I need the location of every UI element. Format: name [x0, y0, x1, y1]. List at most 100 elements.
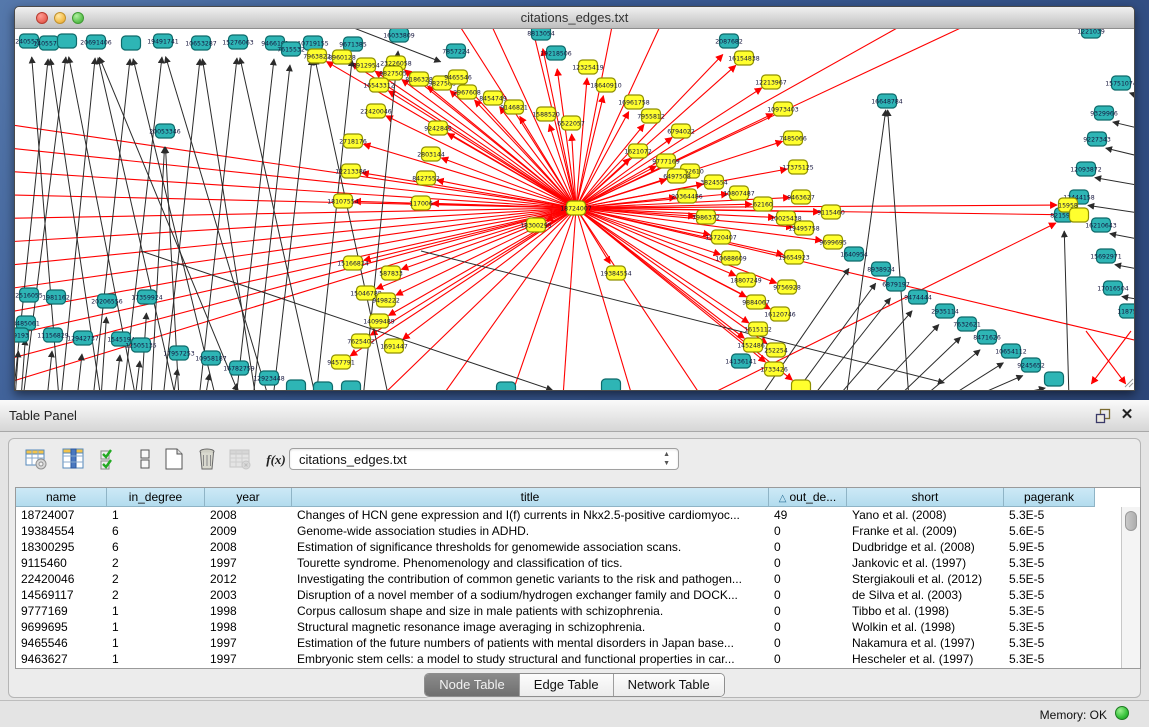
graph-node[interactable]: 10653287 — [185, 36, 217, 50]
graph-node[interactable]: 7857224 — [442, 44, 470, 58]
graph-node[interactable]: 2803144 — [417, 147, 445, 161]
graph-node[interactable]: 12093872 — [1070, 162, 1102, 176]
function-builder-button[interactable]: f(x) — [263, 447, 289, 473]
graph-node[interactable]: 2516055 — [15, 288, 43, 302]
delete-table-button[interactable] — [227, 447, 253, 473]
scrollbar-thumb[interactable] — [1125, 511, 1137, 531]
graph-node[interactable]: 8938924 — [867, 262, 895, 276]
graph-node[interactable]: 9756928 — [773, 280, 801, 294]
select-column-button[interactable] — [60, 447, 86, 473]
float-panel-icon[interactable] — [1095, 408, 1111, 424]
graph-node[interactable]: 17016504 — [1097, 281, 1129, 295]
graph-node[interactable]: 1733426 — [760, 362, 788, 376]
graph-node[interactable]: 10807487 — [723, 186, 755, 200]
network-graph-canvas[interactable]: 2405571140557142069140619491741106532871… — [15, 29, 1134, 390]
graph-node[interactable] — [58, 34, 77, 48]
graph-node[interactable]: 15751074 — [1105, 76, 1134, 90]
table-row[interactable]: 977716911998Corpus callosum shape and si… — [16, 603, 1120, 619]
graph-node[interactable]: 9463627 — [787, 190, 815, 204]
graph-node[interactable]: 7955812 — [637, 109, 665, 123]
graph-node[interactable]: 8912954 — [352, 58, 380, 72]
table-row[interactable]: 911546021997Tourette syndrome. Phenomeno… — [16, 555, 1120, 571]
graph-node[interactable]: 1621072 — [624, 144, 652, 158]
graph-node[interactable]: 1221039 — [1077, 29, 1105, 38]
graph-node[interactable]: 6522057 — [557, 116, 585, 130]
graph-node[interactable] — [122, 36, 141, 50]
graph-node[interactable]: 9699695 — [819, 235, 847, 249]
graph-node[interactable]: 2718176 — [339, 134, 367, 148]
graph-node[interactable]: 14136141 — [725, 354, 757, 368]
graph-node[interactable]: 8427552 — [412, 171, 440, 185]
graph-node[interactable]: 7632621 — [953, 317, 981, 331]
graph-node[interactable] — [314, 382, 333, 390]
graph-node[interactable]: 12923448 — [253, 371, 285, 385]
table-selector-dropdown[interactable]: citations_edges.txt ▲▼ — [289, 448, 679, 470]
graph-node[interactable] — [602, 379, 621, 390]
column-header-name[interactable]: name — [16, 488, 107, 507]
table-vertical-scrollbar[interactable] — [1121, 507, 1140, 668]
graph-node[interactable]: 12213967 — [755, 75, 787, 89]
graph-node[interactable]: 9242845 — [424, 121, 452, 135]
graph-node[interactable]: 6794022 — [667, 124, 695, 138]
graph-node[interactable] — [287, 380, 306, 390]
graph-node[interactable]: 9498222 — [372, 293, 400, 307]
graph-node[interactable]: 9245652 — [1017, 358, 1045, 372]
graph-node[interactable]: 16210643 — [1085, 218, 1117, 232]
table-row[interactable]: 1830029562008Estimation of significance … — [16, 539, 1120, 555]
delete-entry-button[interactable] — [194, 447, 220, 473]
graph-node[interactable]: 7986372 — [692, 210, 720, 224]
graph-node[interactable]: 16648784 — [871, 94, 903, 108]
graph-node[interactable] — [497, 382, 516, 390]
graph-node[interactable]: 18107554 — [327, 194, 359, 208]
graph-node[interactable]: 16033809 — [383, 29, 415, 42]
tab-node-table[interactable]: Node Table — [425, 674, 520, 696]
graph-node[interactable]: 18640910 — [590, 78, 622, 92]
graph-node[interactable]: 587833 — [379, 266, 403, 280]
graph-node[interactable]: 9465546 — [444, 70, 472, 84]
graph-node[interactable] — [1045, 372, 1064, 386]
graph-node[interactable] — [342, 381, 361, 390]
graph-node[interactable]: 17375125 — [782, 160, 814, 174]
window-titlebar[interactable]: citations_edges.txt — [15, 7, 1134, 29]
graph-node[interactable]: 9115460 — [817, 205, 845, 219]
graph-node[interactable]: 9884067 — [742, 295, 770, 309]
graph-node[interactable]: 39193 — [15, 328, 29, 342]
table-settings-button[interactable] — [23, 447, 49, 473]
graph-node[interactable]: 8471626 — [973, 330, 1001, 344]
tab-network-table[interactable]: Network Table — [614, 674, 724, 696]
graph-node[interactable]: 15276063 — [222, 35, 254, 49]
column-pair-button[interactable] — [132, 447, 158, 473]
graph-node[interactable] — [1070, 208, 1089, 222]
table-row[interactable]: 1456911722003Disruption of a novel membe… — [16, 587, 1120, 603]
graph-node[interactable]: 8813054 — [527, 29, 555, 40]
graph-node[interactable]: 10688609 — [715, 251, 747, 265]
table-row[interactable]: 1938455462009Genome-wide association stu… — [16, 523, 1120, 539]
graph-node[interactable]: 1640954 — [840, 247, 868, 261]
graph-node[interactable]: 20691406 — [80, 35, 112, 49]
graph-node[interactable]: 11156829 — [37, 328, 69, 342]
graph-node[interactable]: 1691447 — [380, 339, 408, 353]
column-header-pagerank[interactable]: pagerank — [1004, 488, 1095, 507]
graph-node[interactable]: 9329966 — [1090, 106, 1118, 120]
table-row[interactable]: 2242004622012Investigating the contribut… — [16, 571, 1120, 587]
graph-node[interactable]: 12942737 — [67, 331, 99, 345]
graph-node[interactable]: 10654112 — [995, 344, 1027, 358]
tab-edge-table[interactable]: Edge Table — [520, 674, 614, 696]
graph-node[interactable]: 7615532 — [277, 42, 305, 56]
graph-node[interactable]: 9227343 — [1083, 132, 1111, 146]
graph-node[interactable]: 17957253 — [163, 346, 195, 360]
apply-checks-button[interactable] — [97, 447, 123, 473]
graph-node[interactable]: 1981162 — [42, 290, 70, 304]
graph-node[interactable]: 7625402 — [347, 334, 375, 348]
column-header-in_degree[interactable]: in_degree — [107, 488, 205, 507]
graph-node[interactable]: 2087682 — [715, 34, 743, 48]
graph-node[interactable]: 19491741 — [147, 34, 179, 48]
table-row[interactable]: 946362711997Embryonic stem cells: a mode… — [16, 651, 1120, 667]
graph-node[interactable]: 16120746 — [764, 307, 796, 321]
graph-node[interactable]: 9146821 — [500, 100, 528, 114]
column-header-title[interactable]: title — [292, 488, 769, 507]
table-row[interactable]: 1872400712008Changes of HCN gene express… — [16, 507, 1120, 523]
table-row[interactable]: 969969511998Structural magnetic resonanc… — [16, 619, 1120, 635]
graph-node[interactable]: 16154838 — [728, 51, 760, 65]
graph-node[interactable]: 9474444 — [904, 290, 932, 304]
